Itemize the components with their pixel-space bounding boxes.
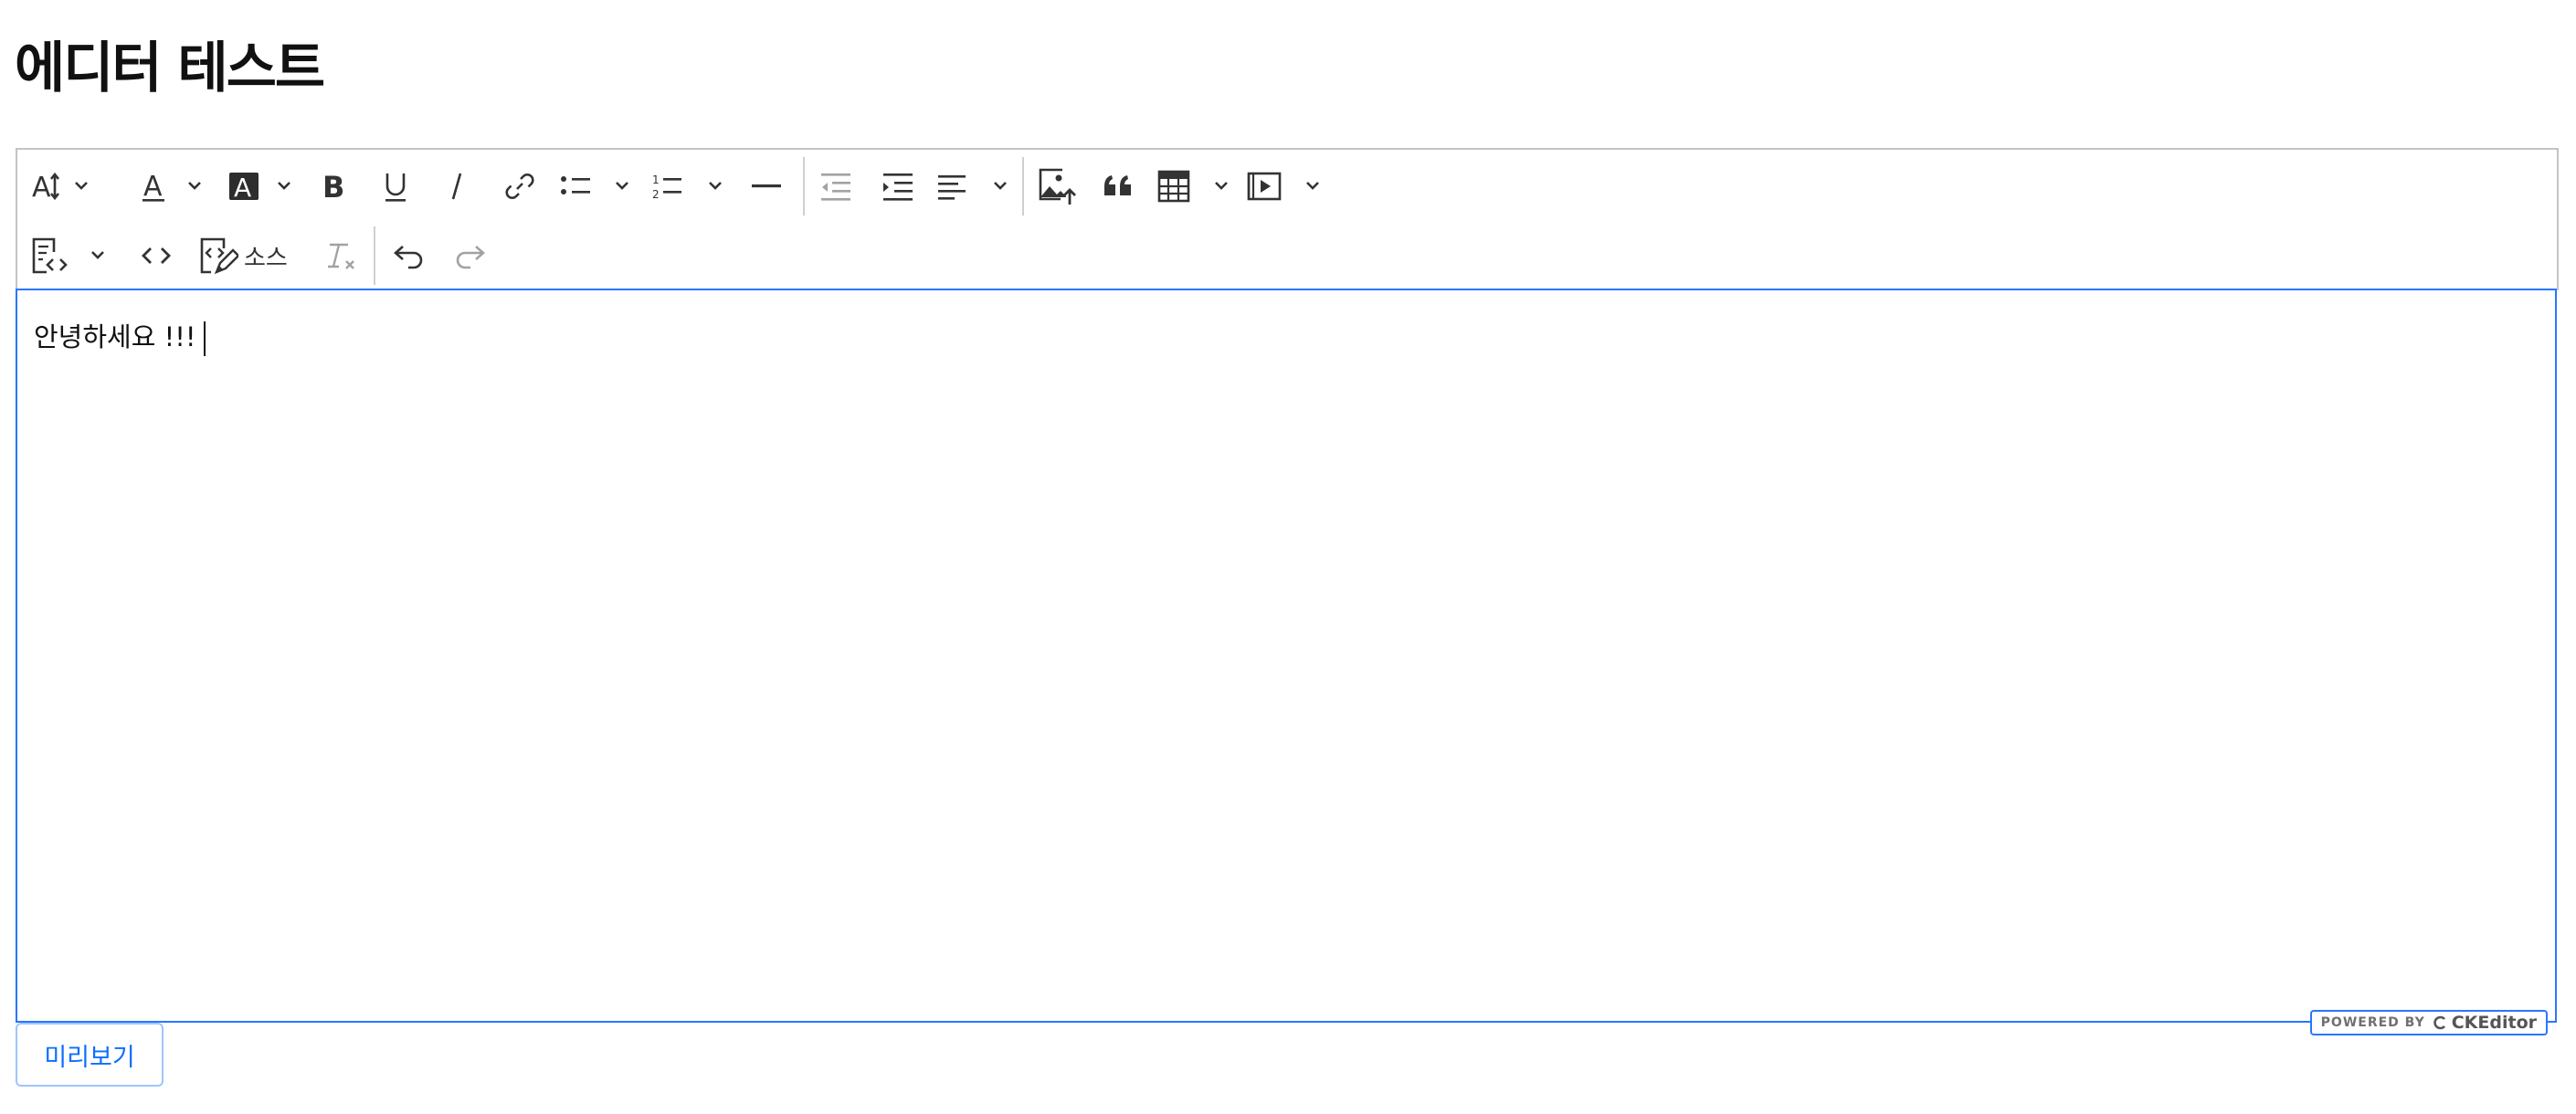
italic-icon [451, 173, 462, 200]
editor-paragraph[interactable]: 안녕하세요 !!! [34, 316, 206, 356]
svg-text:B: B [322, 170, 344, 205]
powered-by-badge[interactable]: POWERED BY CKEditor [2309, 1010, 2548, 1035]
source-edit-icon [200, 237, 238, 275]
rich-text-editor: A A A B 1 2 소스 안녕하세요 !!! POWERED BY CKEd… [16, 148, 2559, 1035]
bold-button[interactable]: B [304, 153, 363, 219]
redo-button[interactable] [441, 223, 500, 289]
source-editing-button[interactable]: 소스 [189, 223, 306, 289]
insert-image-button[interactable] [1028, 153, 1086, 219]
undo-icon [394, 246, 423, 269]
numbered-list-icon: 1 2 [652, 173, 722, 201]
toolbar-separator [803, 157, 805, 215]
italic-button[interactable] [428, 153, 487, 219]
toolbar-separator [374, 226, 375, 285]
chevron-down-icon [994, 182, 1007, 190]
chevron-down-icon [616, 182, 628, 190]
preview-button-label: 미리보기 [44, 1043, 135, 1072]
underline-icon [385, 173, 406, 202]
editor-text: 안녕하세요 !!! [34, 321, 196, 352]
code-icon [142, 247, 171, 264]
chevron-down-icon [1215, 182, 1228, 190]
quote-icon [1104, 175, 1131, 195]
chevron-down-icon [75, 182, 88, 190]
chevron-down-icon [278, 182, 290, 190]
ckeditor-brand-name: CKEditor [2451, 1013, 2537, 1033]
chevron-down-icon [1306, 182, 1319, 190]
code-block-icon [32, 237, 104, 274]
page-title: 에디터 테스트 [15, 37, 325, 100]
outdent-button[interactable] [807, 153, 865, 219]
font-background-color-dropdown[interactable]: A [215, 153, 297, 219]
block-quote-button[interactable] [1090, 153, 1148, 219]
font-size-dropdown[interactable]: A [30, 153, 100, 219]
ckeditor-logo: CKEditor [2433, 1013, 2537, 1033]
font-size-icon: A [32, 172, 88, 204]
svg-text:A: A [143, 171, 163, 203]
link-button[interactable] [491, 153, 549, 219]
media-icon [1247, 172, 1319, 201]
editor-content-area[interactable]: 안녕하세요 !!! [16, 289, 2557, 1023]
text-caret [203, 321, 206, 356]
bulleted-list-icon [561, 176, 628, 194]
numbered-list-dropdown[interactable]: 1 2 [648, 153, 730, 219]
horizontal-line-button[interactable] [737, 153, 796, 219]
font-color-icon: A [143, 171, 201, 203]
alignment-dropdown[interactable] [934, 153, 1017, 219]
inline-code-button[interactable] [127, 223, 185, 289]
bulleted-list-dropdown[interactable] [556, 153, 639, 219]
table-icon [1157, 170, 1228, 203]
ckeditor-logo-icon [2433, 1015, 2445, 1030]
preview-button[interactable]: 미리보기 [16, 1023, 164, 1087]
chevron-down-icon [188, 182, 201, 190]
code-block-dropdown[interactable] [30, 223, 114, 289]
source-editing-label: 소스 [244, 244, 288, 272]
bold-icon: B [322, 170, 344, 205]
chevron-down-icon [709, 182, 722, 190]
indent-button[interactable] [869, 153, 927, 219]
link-icon [505, 173, 534, 199]
font-background-icon: A [229, 173, 290, 203]
svg-text:A: A [234, 173, 251, 203]
image-upload-icon [1039, 168, 1076, 205]
underline-button[interactable] [366, 153, 425, 219]
toolbar-separator [1022, 157, 1024, 215]
indent-icon [883, 173, 913, 201]
remove-format-icon [328, 243, 354, 269]
svg-text:A: A [32, 172, 51, 204]
undo-button[interactable] [379, 223, 438, 289]
remove-format-button[interactable] [311, 223, 370, 289]
align-left-icon [938, 175, 1007, 200]
horizontal-line-icon [752, 184, 781, 188]
powered-by-label: POWERED BY [2320, 1015, 2425, 1030]
insert-table-dropdown[interactable] [1156, 153, 1238, 219]
outdent-icon [821, 173, 850, 201]
insert-media-dropdown[interactable] [1245, 153, 1327, 219]
svg-text:1: 1 [652, 173, 660, 186]
redo-icon [456, 246, 485, 269]
svg-text:2: 2 [652, 188, 660, 201]
font-color-dropdown[interactable]: A [127, 153, 207, 219]
editor-toolbar: A A A B 1 2 소스 [16, 148, 2559, 290]
chevron-down-icon [91, 251, 104, 259]
